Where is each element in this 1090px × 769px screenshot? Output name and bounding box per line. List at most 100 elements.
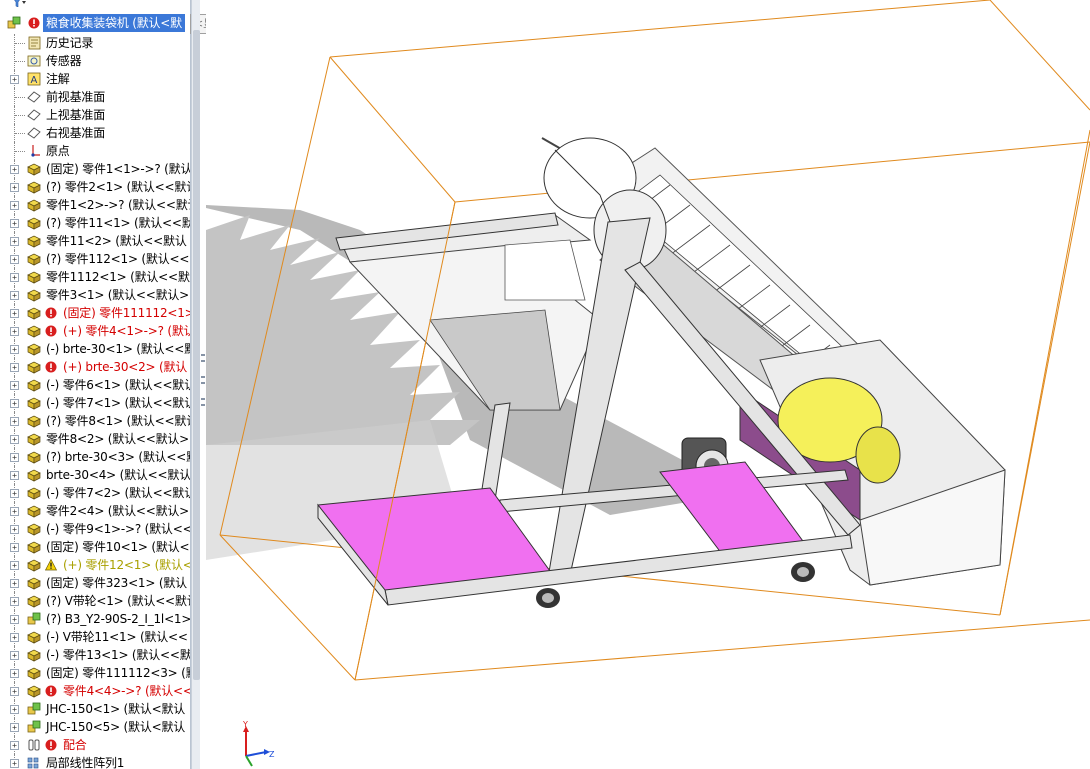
tree-scrollbar[interactable] xyxy=(191,0,200,769)
tree-item[interactable]: + 零件8<2> (默认<<默认> xyxy=(0,430,190,448)
tree-item[interactable]: + JHC-150<1> (默认<默认 xyxy=(0,700,190,718)
tree-item[interactable]: + (?) brte-30<3> (默认<<默 xyxy=(0,448,190,466)
tree-item[interactable]: + JHC-150<5> (默认<默认 xyxy=(0,718,190,736)
expand-toggle[interactable]: + xyxy=(10,561,19,570)
tree-item[interactable]: + 零件4<4>->? (默认<< xyxy=(0,682,190,700)
expand-toggle[interactable]: + xyxy=(10,669,19,678)
expand-toggle[interactable]: + xyxy=(10,381,19,390)
tree-item[interactable]: 传感器 xyxy=(0,52,190,70)
expand-toggle[interactable]: + xyxy=(10,525,19,534)
tree-item-label: 注解 xyxy=(46,72,70,86)
tree-item[interactable]: 历史记录 xyxy=(0,34,190,52)
tree-item[interactable]: + (-) 零件6<1> (默认<<默认 xyxy=(0,376,190,394)
tree-item-label: (+) brte-30<2> (默认 xyxy=(63,360,188,374)
feature-manager-tree[interactable]: 粮食收集装袋机 (默认<默 历史记录 传感器 + A 注解前视基准面 上视基准面 右视基准面… xyxy=(0,0,191,769)
tree-item[interactable]: + (+) 零件12<1> (默认< xyxy=(0,556,191,574)
expand-toggle[interactable]: + xyxy=(10,417,19,426)
expand-toggle[interactable]: + xyxy=(10,687,19,696)
tree-item-label: (-) 零件9<1>->? (默认<< xyxy=(46,522,191,536)
expand-toggle[interactable]: + xyxy=(10,75,19,84)
tree-item[interactable]: + (?) 零件2<1> (默认<<默认 xyxy=(0,178,190,196)
tree-root-assembly[interactable]: 粮食收集装袋机 (默认<默 xyxy=(0,14,190,32)
expand-toggle[interactable]: + xyxy=(10,453,19,462)
tree-item[interactable]: + 零件2<4> (默认<<默认> xyxy=(0,502,190,520)
expand-toggle[interactable]: + xyxy=(10,237,19,246)
tree-item[interactable]: + 局部线性阵列1 xyxy=(0,754,190,769)
tree-item[interactable]: 上视基准面 xyxy=(0,106,190,124)
grip-mark xyxy=(201,398,205,400)
expand-toggle[interactable]: + xyxy=(10,309,19,318)
tree-item-label: (+) 零件12<1> (默认< xyxy=(63,558,191,572)
tree-item-label: 零件2<4> (默认<<默认> xyxy=(46,504,190,518)
expand-toggle[interactable]: + xyxy=(10,597,19,606)
tree-item-label: (固定) 零件111112<1> xyxy=(63,306,191,320)
tree-connector xyxy=(15,43,25,44)
tree-item[interactable]: + (+) brte-30<2> (默认 xyxy=(0,358,190,376)
tree-item-label: 零件3<1> (默认<<默认> xyxy=(46,288,190,302)
tree-item[interactable]: + (-) 零件13<1> (默认<<默 xyxy=(0,646,190,664)
scrollbar-thumb[interactable] xyxy=(193,30,200,680)
tree-item[interactable]: + (?) B3_Y2-90S-2_I_1l<1> xyxy=(0,610,190,628)
expand-toggle[interactable]: + xyxy=(10,255,19,264)
expand-toggle[interactable]: + xyxy=(10,345,19,354)
tree-item[interactable]: + 零件11<2> (默认<<默认 xyxy=(0,232,190,250)
filter-icon[interactable] xyxy=(12,0,26,7)
expand-toggle[interactable]: + xyxy=(10,435,19,444)
expand-toggle[interactable]: + xyxy=(10,615,19,624)
tree-item[interactable]: + (固定) 零件111112<3> (默 xyxy=(0,664,190,682)
part-icon xyxy=(27,181,41,194)
part-icon xyxy=(27,577,41,590)
expand-toggle[interactable]: + xyxy=(10,651,19,660)
filter-bar[interactable] xyxy=(6,0,46,8)
model-scene[interactable] xyxy=(206,0,1090,769)
tree-item[interactable]: + 零件3<1> (默认<<默认> xyxy=(0,286,190,304)
origin-icon xyxy=(31,145,40,157)
tree-item[interactable]: + 零件1<2>->? (默认<<默认 xyxy=(0,196,190,214)
tree-item[interactable]: + 零件1112<1> (默认<<默认 xyxy=(0,268,190,286)
tree-item[interactable]: 原点 xyxy=(0,142,190,160)
expand-toggle[interactable]: + xyxy=(10,399,19,408)
tree-item[interactable]: 右视基准面 xyxy=(0,124,190,142)
expand-toggle[interactable]: + xyxy=(10,201,19,210)
error-icon xyxy=(45,307,57,319)
expand-toggle[interactable]: + xyxy=(10,723,19,732)
graphics-viewport[interactable] xyxy=(206,0,1090,769)
tree-item[interactable]: + 配合 xyxy=(0,736,190,754)
tree-item[interactable]: + (+) 零件4<1>->? (默认 xyxy=(0,322,190,340)
expand-toggle[interactable]: + xyxy=(10,579,19,588)
tree-item[interactable]: + (?) 零件11<1> (默认<<默 xyxy=(0,214,190,232)
tree-item[interactable]: + (-) 零件9<1>->? (默认<< xyxy=(0,520,191,538)
expand-toggle[interactable]: + xyxy=(10,327,19,336)
tree-item[interactable]: + A 注解 xyxy=(0,70,190,88)
expand-toggle[interactable]: + xyxy=(10,705,19,714)
tree-item[interactable]: 前视基准面 xyxy=(0,88,190,106)
tree-item[interactable]: + (-) 零件7<1> (默认<<默认 xyxy=(0,394,190,412)
tree-item[interactable]: + (固定) 零件10<1> (默认< xyxy=(0,538,190,556)
expand-toggle[interactable]: + xyxy=(10,489,19,498)
expand-toggle[interactable]: + xyxy=(10,471,19,480)
sensor-icon xyxy=(27,55,41,67)
expand-toggle[interactable]: + xyxy=(10,543,19,552)
warning-icon xyxy=(45,559,57,571)
expand-toggle[interactable]: + xyxy=(10,165,19,174)
tree-item[interactable]: + (?) 零件8<1> (默认<<默认 xyxy=(0,412,190,430)
tree-item[interactable]: + (-) V带轮11<1> (默认<< xyxy=(0,628,190,646)
tree-item[interactable]: + (固定) 零件1<1>->? (默认 xyxy=(0,160,190,178)
expand-toggle[interactable]: + xyxy=(10,273,19,282)
tree-item[interactable]: + (?) 零件112<1> (默认<< xyxy=(0,250,190,268)
tree-item[interactable]: + brte-30<4> (默认<<默认 xyxy=(0,466,190,484)
expand-toggle[interactable]: + xyxy=(10,219,19,228)
tree-item[interactable]: + (固定) 零件111112<1> xyxy=(0,304,191,322)
tree-item[interactable]: + (?) V带轮<1> (默认<<默认 xyxy=(0,592,190,610)
tree-item[interactable]: + (-) 零件7<2> (默认<<默认 xyxy=(0,484,190,502)
expand-toggle[interactable]: + xyxy=(10,759,19,768)
expand-toggle[interactable]: + xyxy=(10,741,19,750)
expand-toggle[interactable]: + xyxy=(10,633,19,642)
expand-toggle[interactable]: + xyxy=(10,183,19,192)
expand-toggle[interactable]: + xyxy=(10,507,19,516)
annotation-icon: A xyxy=(27,72,41,86)
tree-item[interactable]: + (固定) 零件323<1> (默认 xyxy=(0,574,190,592)
expand-toggle[interactable]: + xyxy=(10,291,19,300)
tree-item[interactable]: + (-) brte-30<1> (默认<<默 xyxy=(0,340,190,358)
expand-toggle[interactable]: + xyxy=(10,363,19,372)
